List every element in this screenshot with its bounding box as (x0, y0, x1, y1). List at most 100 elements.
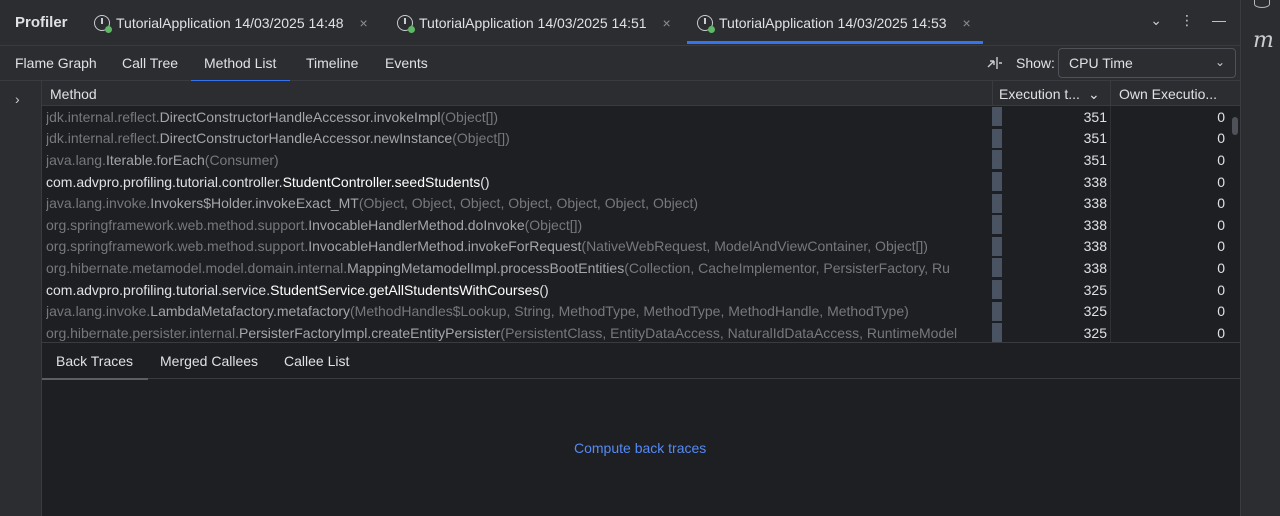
show-metric-value: CPU Time (1069, 55, 1133, 71)
execution-bar (992, 280, 1002, 300)
execution-time-value: 338 (1083, 195, 1107, 212)
method-class-name: StudentController.seedStudents (282, 173, 481, 190)
execution-bar (992, 258, 1002, 278)
own-execution-value: 0 (1217, 216, 1225, 233)
table-row[interactable]: jdk.internal.reflect.DirectConstructorHa… (42, 128, 1240, 150)
database-icon[interactable] (1254, 0, 1270, 8)
method-args: (Consumer) (204, 151, 279, 168)
cpu-snapshot-icon (94, 15, 112, 33)
table-row[interactable]: java.lang.invoke.Invokers$Holder.invokeE… (42, 192, 1240, 214)
method-name: org.springframework.web.method.support.I… (46, 217, 990, 233)
table-row[interactable]: org.springframework.web.method.support.I… (42, 214, 1240, 236)
table-row[interactable]: com.advpro.profiling.tutorial.service.St… (42, 279, 1240, 301)
right-tool-strip: m (1240, 0, 1280, 516)
method-name: java.lang.invoke.Invokers$Holder.invokeE… (46, 195, 990, 211)
details-panel: Back Traces Merged Callees Callee List C… (41, 342, 1240, 516)
table-row[interactable]: java.lang.Iterable.forEach(Consumer) 351 0 (42, 149, 1240, 171)
method-package: com.advpro.profiling.tutorial.service. (46, 281, 271, 298)
execution-bar (992, 215, 1002, 235)
method-class-name: DirectConstructorHandleAccessor.invokeIm… (159, 108, 441, 125)
execution-time-value: 338 (1083, 259, 1107, 276)
method-name: org.springframework.web.method.support.I… (46, 238, 990, 254)
execution-time-value: 325 (1083, 281, 1107, 298)
method-class-name: InvocableHandlerMethod.invokeForRequest (308, 238, 582, 255)
own-execution-value: 0 (1217, 324, 1225, 341)
execution-bar (992, 107, 1002, 127)
tab-method-list[interactable]: Method List (190, 55, 291, 82)
show-metric-select[interactable]: CPU Time ⌄ (1058, 48, 1236, 78)
execution-bar (992, 193, 1002, 213)
method-name: java.lang.Iterable.forEach(Consumer) (46, 152, 990, 168)
method-args: (MethodHandles$Lookup, String, MethodTyp… (350, 303, 909, 320)
snapshot-tab-label: TutorialApplication 14/03/2025 14:51 (419, 15, 647, 31)
method-package: org.hibernate.metamodel.model.domain.int… (46, 259, 348, 276)
maven-icon[interactable]: m (1253, 28, 1274, 53)
snapshot-tab-label: TutorialApplication 14/03/2025 14:53 (719, 15, 947, 31)
tab-back-traces[interactable]: Back Traces (41, 353, 149, 380)
details-tabs: Back Traces Merged Callees Callee List (41, 343, 1240, 380)
method-package: jdk.internal.reflect. (46, 130, 160, 147)
snapshot-tab-1[interactable]: TutorialApplication 14/03/2025 14:48 × (94, 0, 368, 46)
table-row[interactable]: org.springframework.web.method.support.I… (42, 236, 1240, 258)
method-name: com.advpro.profiling.tutorial.controller… (46, 174, 990, 190)
method-name: com.advpro.profiling.tutorial.service.St… (46, 282, 990, 298)
execution-bar (992, 301, 1002, 321)
minimize-icon[interactable]: — (1212, 12, 1226, 29)
table-row[interactable]: com.advpro.profiling.tutorial.controller… (42, 171, 1240, 193)
close-icon[interactable]: × (663, 15, 671, 31)
tab-events[interactable]: Events (385, 55, 428, 71)
column-method[interactable]: Method (50, 86, 97, 102)
cpu-snapshot-icon (397, 15, 415, 33)
header-actions: ⌄ ⋮ — (1150, 12, 1226, 29)
profiler-header: Profiler TutorialApplication 14/03/2025 … (0, 0, 1240, 46)
table-row[interactable]: org.hibernate.persister.internal.Persist… (42, 322, 1240, 342)
method-args: (Object[]) (440, 108, 499, 125)
close-icon[interactable]: × (963, 15, 971, 31)
method-class-name: InvocableHandlerMethod.doInvoke (308, 216, 525, 233)
table-header: Method Execution t... ⌄ Own Executio... (42, 81, 1240, 106)
table-row[interactable]: java.lang.invoke.LambdaMetafactory.metaf… (42, 300, 1240, 322)
own-execution-value: 0 (1217, 130, 1225, 147)
expand-arrow-icon[interactable]: › (15, 91, 20, 107)
own-execution-value: 0 (1217, 173, 1225, 190)
column-own-execution[interactable]: Own Executio... (1119, 86, 1217, 102)
execution-bar (992, 172, 1002, 192)
method-class-name: StudentService.getAllStudentsWithCourses (270, 281, 540, 298)
chevron-down-icon[interactable]: ⌄ (1150, 12, 1162, 29)
own-execution-value: 0 (1217, 195, 1225, 212)
tab-flame-graph[interactable]: Flame Graph (15, 55, 97, 71)
tab-merged-callees[interactable]: Merged Callees (160, 353, 258, 369)
table-row[interactable]: org.hibernate.metamodel.model.domain.int… (42, 257, 1240, 279)
own-execution-value: 0 (1217, 281, 1225, 298)
method-args: (Object, Object, Object, Object, Object,… (358, 195, 699, 212)
column-execution-time[interactable]: Execution t... (999, 86, 1080, 102)
execution-time-value: 351 (1083, 130, 1107, 147)
method-args: (PersistentClass, EntityDataAccess, Natu… (500, 324, 958, 341)
left-gutter: › (0, 81, 42, 516)
execution-time-value: 338 (1083, 216, 1107, 233)
show-label: Show: (1016, 55, 1055, 71)
tab-call-tree[interactable]: Call Tree (122, 55, 178, 71)
execution-bar (992, 236, 1002, 256)
compute-back-traces-link[interactable]: Compute back traces (574, 440, 706, 456)
close-icon[interactable]: × (360, 15, 368, 31)
collapse-recursion-icon[interactable] (986, 54, 1004, 72)
own-execution-value: 0 (1217, 259, 1225, 276)
table-body: jdk.internal.reflect. DirectConstructorHa… (42, 106, 1240, 342)
vertical-scrollbar[interactable] (1232, 117, 1238, 135)
table-row[interactable]: jdk.internal.reflect.DirectConstructorHa… (42, 106, 1240, 128)
more-options-icon[interactable]: ⋮ (1180, 12, 1194, 29)
execution-time-value: 325 (1083, 303, 1107, 320)
own-execution-value: 0 (1217, 151, 1225, 168)
method-args: (Object[]) (452, 130, 510, 147)
execution-time-value: 351 (1083, 108, 1107, 125)
method-name: org.hibernate.metamodel.model.domain.int… (46, 260, 990, 276)
snapshot-tab-2[interactable]: TutorialApplication 14/03/2025 14:51 × (397, 0, 671, 46)
snapshot-tab-3[interactable]: TutorialApplication 14/03/2025 14:53 × (687, 0, 983, 46)
method-args: () (539, 281, 549, 298)
method-name: jdk.internal.reflect.DirectConstructorHa… (46, 130, 990, 146)
method-args: (NativeWebRequest, ModelAndViewContainer… (581, 238, 928, 255)
tab-callee-list[interactable]: Callee List (284, 353, 349, 369)
sort-chevron-icon[interactable]: ⌄ (1088, 86, 1100, 103)
tab-timeline[interactable]: Timeline (306, 55, 358, 71)
